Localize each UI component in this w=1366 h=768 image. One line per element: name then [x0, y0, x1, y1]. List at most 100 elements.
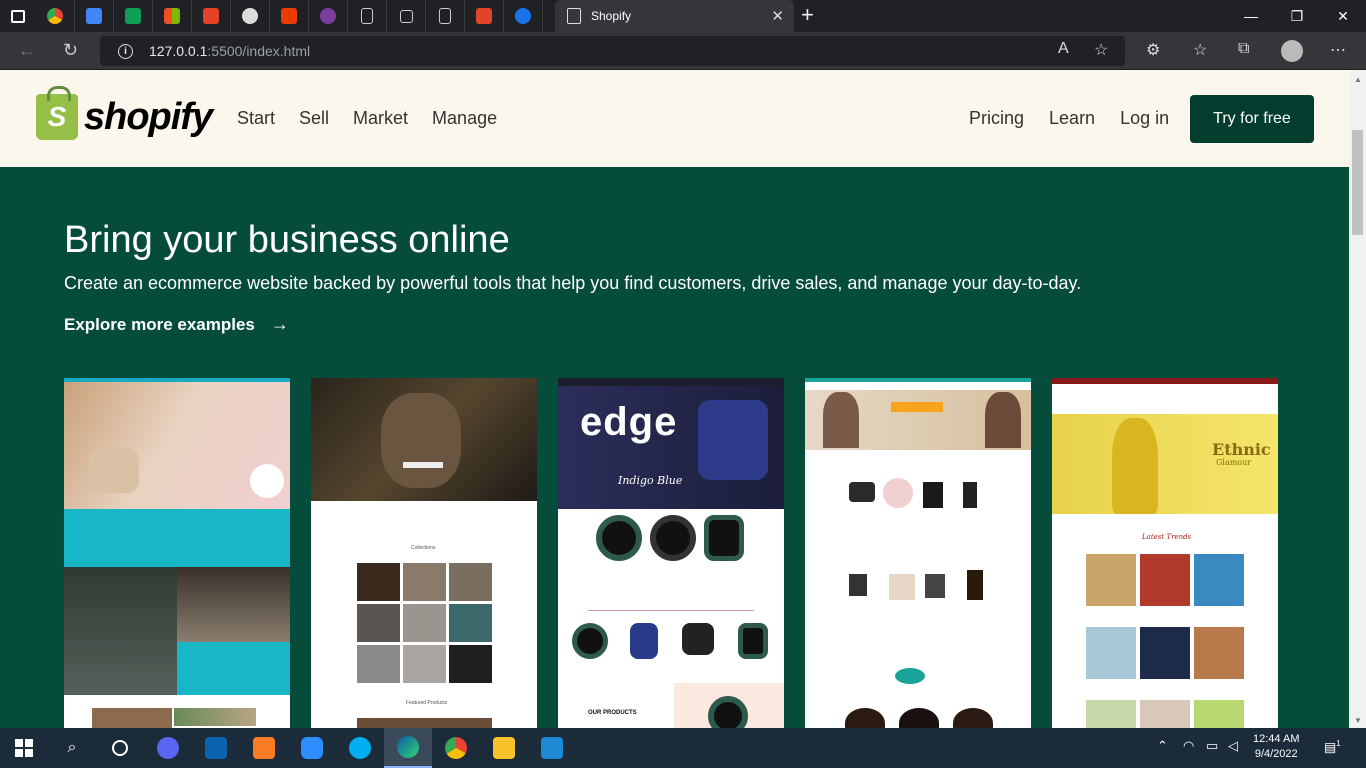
scrollbar-thumb[interactable] — [1352, 130, 1363, 235]
hero-subtitle: Create an ecommerce website backed by po… — [64, 273, 1082, 293]
nav-manage[interactable]: Manage — [432, 108, 497, 129]
page-icon — [361, 8, 373, 24]
card-banner-sub: Glamour — [1216, 458, 1252, 467]
square-icon — [399, 9, 413, 23]
explore-examples-link[interactable]: Explore more examples → — [64, 314, 289, 335]
blue-app-icon — [515, 8, 531, 24]
nav-learn[interactable]: Learn — [1049, 108, 1095, 129]
read-aloud-icon[interactable]: A — [1058, 40, 1069, 58]
scroll-up-icon[interactable]: ▲ — [1354, 75, 1362, 84]
card-section-title: OUR PRODUCTS — [588, 710, 637, 716]
outlook-icon[interactable] — [192, 728, 240, 768]
address-bar-row: ← ↻ i 127.0.0.1:5500/index.html A ☆ ⚙ ☆ … — [0, 32, 1366, 70]
page-scrollbar[interactable]: ▲ ▼ — [1349, 70, 1366, 728]
example-store-card-1[interactable] — [64, 378, 290, 728]
hero-section: Bring your business online Create an eco… — [0, 167, 1349, 728]
pinned-tab-page[interactable] — [348, 0, 387, 32]
pinned-tab-chrome[interactable] — [36, 0, 75, 32]
scroll-down-icon[interactable]: ▼ — [1354, 716, 1362, 725]
pinned-tab-docs[interactable] — [75, 0, 114, 32]
discord-icon[interactable] — [144, 728, 192, 768]
example-store-card-4[interactable] — [805, 378, 1031, 728]
close-window-icon[interactable]: ✕ — [1320, 0, 1366, 32]
example-store-card-5[interactable]: Ethnic Glamour Latest Trends — [1052, 378, 1278, 728]
example-store-card-2[interactable]: Collections Featured Products — [311, 378, 537, 728]
brand-wordmark: shopify — [84, 95, 213, 138]
sheets-icon — [125, 8, 141, 24]
card-banner-text: edge — [580, 400, 678, 444]
hero-title: Bring your business online — [64, 219, 510, 261]
chrome-icon — [47, 8, 63, 24]
office-icon — [164, 8, 180, 24]
primary-nav: Start Sell Market Manage — [237, 108, 497, 129]
tab-actions-icon[interactable] — [0, 0, 36, 32]
pinned-tab-gitlab-2[interactable] — [465, 0, 504, 32]
url-input[interactable]: i 127.0.0.1:5500/index.html — [100, 36, 1125, 66]
notification-center-icon[interactable]: ▤1 — [1324, 739, 1341, 755]
secondary-nav: Pricing Learn Log in — [969, 108, 1169, 129]
task-view-icon[interactable] — [96, 728, 144, 768]
pinned-tab-sheets[interactable] — [114, 0, 153, 32]
wifi-icon[interactable]: ◠ — [1183, 738, 1194, 754]
nav-market[interactable]: Market — [353, 108, 408, 129]
pinned-tab-github[interactable] — [231, 0, 270, 32]
nav-login[interactable]: Log in — [1120, 108, 1169, 129]
url-path: :5500/index.html — [207, 43, 311, 59]
info-icon[interactable]: i — [118, 43, 133, 59]
window-controls: — ❐ ✕ — [1228, 0, 1366, 32]
back-icon[interactable]: ← — [18, 40, 36, 61]
xampp-icon[interactable] — [240, 728, 288, 768]
edge-icon[interactable] — [384, 728, 432, 768]
pinned-tab-page-2[interactable] — [426, 0, 465, 32]
browser-tab-bar: Shopify ✕ + — ❐ ✕ — [0, 0, 1366, 32]
pinned-tab-gitlab[interactable] — [192, 0, 231, 32]
windows-start-icon[interactable] — [0, 728, 48, 768]
example-store-card-3[interactable]: edge Indigo Blue OUR PRODUCTS — [558, 378, 784, 728]
pinned-tab-office365[interactable] — [270, 0, 309, 32]
new-tab-icon[interactable]: + — [801, 4, 814, 26]
zoom-icon[interactable] — [288, 728, 336, 768]
minimize-icon[interactable]: — — [1228, 0, 1274, 32]
nav-pricing[interactable]: Pricing — [969, 108, 1024, 129]
taskbar-clock[interactable]: 12:44 AM 9/4/2022 — [1253, 732, 1299, 762]
card-section-title: Latest Trends — [1142, 533, 1192, 541]
pinned-tab-extension[interactable] — [309, 0, 348, 32]
collections-icon[interactable]: ⧉ — [1238, 40, 1249, 58]
docs-icon — [86, 8, 102, 24]
try-for-free-button[interactable]: Try for free — [1190, 95, 1314, 143]
more-menu-icon[interactable]: ⋯ — [1330, 40, 1346, 60]
pinned-tab-blue-app[interactable] — [504, 0, 543, 32]
pinned-tab-square[interactable] — [387, 0, 426, 32]
file-explorer-icon[interactable] — [480, 728, 528, 768]
close-tab-icon[interactable]: ✕ — [771, 7, 784, 25]
office-365-icon — [281, 8, 297, 24]
pinned-tab-office[interactable] — [153, 0, 192, 32]
shopify-logo[interactable]: S shopify — [36, 86, 213, 140]
page-icon — [439, 8, 451, 24]
battery-icon[interactable]: ▭ — [1206, 738, 1218, 754]
arrow-right-icon: → — [270, 314, 289, 334]
nav-sell[interactable]: Sell — [299, 108, 329, 129]
card-banner-text: Ethnic — [1212, 440, 1271, 459]
show-hidden-icons[interactable]: ⌃ — [1157, 738, 1168, 754]
gitlab-icon — [476, 8, 492, 24]
vscode-icon[interactable] — [528, 728, 576, 768]
volume-icon[interactable]: ◁ — [1228, 738, 1238, 754]
url-host: 127.0.0.1 — [149, 43, 208, 59]
extensions-icon[interactable]: ⚙ — [1146, 40, 1160, 60]
favorites-icon[interactable]: ☆ — [1193, 40, 1207, 60]
profile-avatar[interactable] — [1281, 40, 1303, 62]
page-icon — [567, 8, 581, 24]
skype-icon[interactable] — [336, 728, 384, 768]
nav-start[interactable]: Start — [237, 108, 275, 129]
search-icon[interactable]: ⌕ — [48, 728, 96, 768]
github-icon — [242, 8, 258, 24]
card-banner-sub: Indigo Blue — [618, 474, 683, 487]
tab-shopify[interactable]: Shopify ✕ — [555, 0, 794, 32]
favorite-icon[interactable]: ☆ — [1094, 40, 1108, 60]
chrome-icon[interactable] — [432, 728, 480, 768]
page-viewport: S shopify Start Sell Market Manage Prici… — [0, 70, 1349, 728]
restore-icon[interactable]: ❐ — [1274, 0, 1320, 32]
refresh-icon[interactable]: ↻ — [63, 40, 78, 61]
shopify-bag-icon: S — [36, 86, 78, 140]
